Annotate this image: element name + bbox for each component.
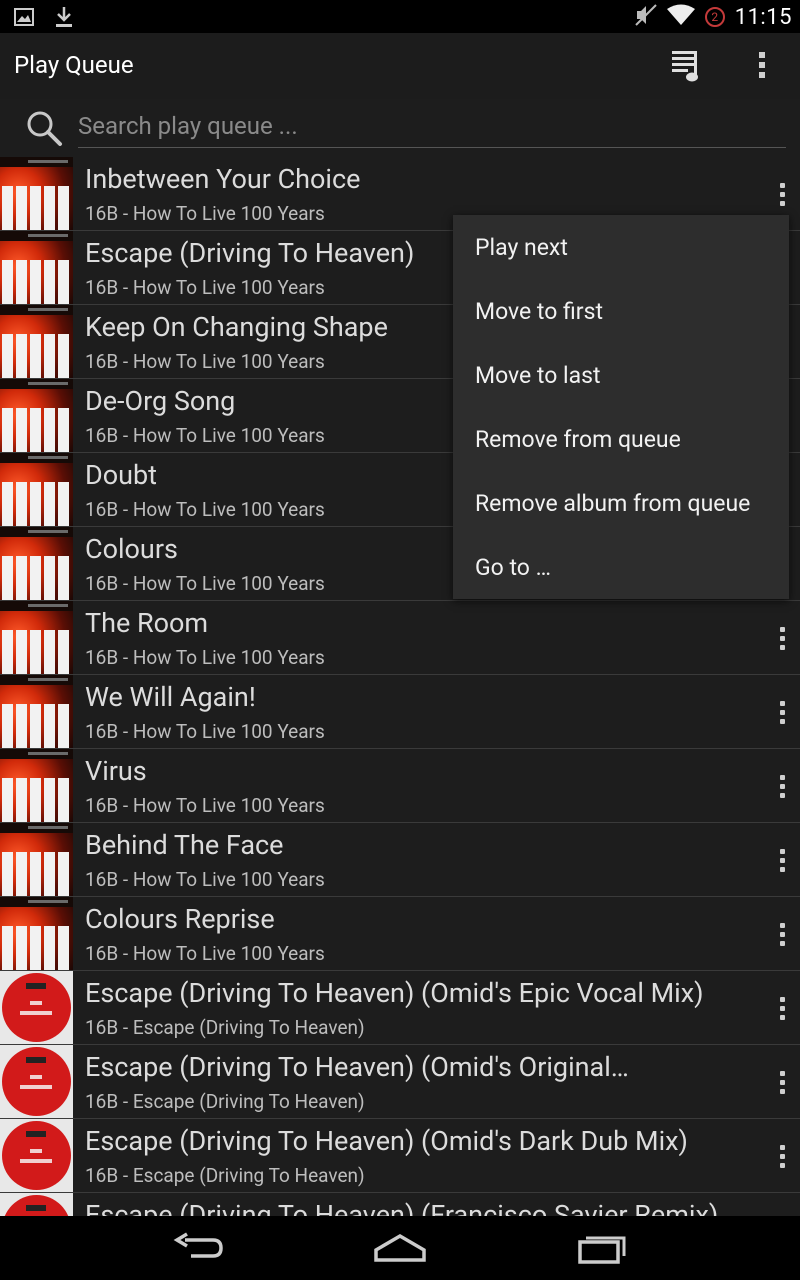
search-bar bbox=[0, 99, 800, 155]
page-title: Play Queue bbox=[14, 51, 134, 79]
track-title: Escape (Driving To Heaven) (Omid's Epic … bbox=[85, 977, 704, 1009]
queue-icon[interactable] bbox=[670, 47, 704, 83]
track-subtitle: 16B - How To Live 100 Years bbox=[85, 868, 325, 891]
track-title: Escape (Driving To Heaven) (Omid's Dark … bbox=[85, 1125, 688, 1157]
track-subtitle: 16B - How To Live 100 Years bbox=[85, 276, 325, 299]
track-subtitle: 16B - How To Live 100 Years bbox=[85, 498, 325, 521]
track-subtitle: 16B - Escape (Driving To Heaven) bbox=[85, 1090, 365, 1113]
album-art bbox=[0, 897, 73, 970]
mute-icon bbox=[634, 3, 657, 31]
track-subtitle: 16B - How To Live 100 Years bbox=[85, 942, 325, 965]
status-bar: 2 11:15 bbox=[0, 0, 800, 33]
queue-row[interactable]: Escape (Driving To Heaven) (Omid's Dark … bbox=[0, 1119, 800, 1193]
album-art bbox=[0, 305, 73, 378]
track-title: Doubt bbox=[85, 459, 157, 491]
notification-badge: 2 bbox=[704, 7, 725, 27]
track-subtitle: 16B - Escape (Driving To Heaven) bbox=[85, 1164, 365, 1187]
track-title: Colours bbox=[85, 533, 178, 565]
home-icon[interactable] bbox=[372, 1230, 428, 1266]
track-title: We Will Again! bbox=[85, 681, 256, 713]
track-title: Keep On Changing Shape bbox=[85, 311, 388, 343]
row-overflow-icon[interactable] bbox=[770, 1065, 794, 1099]
album-art bbox=[0, 601, 73, 674]
track-subtitle: 16B - Escape (Driving To Heaven) bbox=[85, 1016, 365, 1039]
navigation-bar bbox=[0, 1216, 800, 1280]
track-title: The Room bbox=[85, 607, 209, 639]
action-bar: Play Queue bbox=[0, 33, 800, 99]
album-art bbox=[0, 527, 73, 600]
overflow-menu-icon[interactable] bbox=[752, 49, 772, 81]
queue-row[interactable]: We Will Again! 16B - How To Live 100 Year… bbox=[0, 675, 800, 749]
track-title: De-Org Song bbox=[85, 385, 236, 417]
album-art bbox=[0, 157, 73, 230]
queue-row[interactable]: Escape (Driving To Heaven) (Francisco Sa… bbox=[0, 1193, 800, 1216]
clock: 11:15 bbox=[734, 4, 792, 30]
row-overflow-icon[interactable] bbox=[770, 1139, 794, 1173]
album-art bbox=[0, 1193, 73, 1216]
track-subtitle: 16B - How To Live 100 Years bbox=[85, 646, 325, 669]
queue-row[interactable]: Virus 16B - How To Live 100 Years bbox=[0, 749, 800, 823]
search-icon bbox=[25, 109, 63, 147]
menu-item-move-to-last[interactable]: Move to last bbox=[453, 343, 789, 407]
queue-row[interactable]: Colours Reprise 16B - How To Live 100 Yea… bbox=[0, 897, 800, 971]
track-subtitle: 16B - How To Live 100 Years bbox=[85, 794, 325, 817]
row-overflow-icon[interactable] bbox=[770, 621, 794, 655]
queue-row[interactable]: Escape (Driving To Heaven) (Omid's Origi… bbox=[0, 1045, 800, 1119]
queue-row[interactable]: Escape (Driving To Heaven) (Omid's Epic … bbox=[0, 971, 800, 1045]
album-art bbox=[0, 1119, 73, 1192]
picture-icon bbox=[14, 8, 34, 30]
album-art bbox=[0, 971, 73, 1044]
queue-row[interactable]: Behind The Face 16B - How To Live 100 Yea… bbox=[0, 823, 800, 897]
menu-item-remove-from-queue[interactable]: Remove from queue bbox=[453, 407, 789, 471]
row-overflow-icon[interactable] bbox=[770, 917, 794, 951]
back-icon[interactable] bbox=[171, 1230, 227, 1266]
track-title: Escape (Driving To Heaven) (Francisco Sa… bbox=[85, 1199, 719, 1216]
album-art bbox=[0, 453, 73, 526]
album-art bbox=[0, 1045, 73, 1118]
menu-item-move-to-first[interactable]: Move to first bbox=[453, 279, 789, 343]
album-art bbox=[0, 379, 73, 452]
track-title: Escape (Driving To Heaven) (Omid's Origi… bbox=[85, 1051, 629, 1083]
menu-item-play-next[interactable]: Play next bbox=[453, 215, 789, 279]
wifi-icon bbox=[666, 4, 695, 30]
row-overflow-icon[interactable] bbox=[770, 769, 794, 803]
album-art bbox=[0, 823, 73, 896]
menu-item-go-to[interactable]: Go to … bbox=[453, 535, 789, 599]
album-art bbox=[0, 749, 73, 822]
track-subtitle: 16B - How To Live 100 Years bbox=[85, 424, 325, 447]
row-overflow-icon[interactable] bbox=[770, 177, 794, 211]
row-overflow-icon[interactable] bbox=[770, 843, 794, 877]
row-overflow-icon[interactable] bbox=[770, 991, 794, 1025]
track-subtitle: 16B - How To Live 100 Years bbox=[85, 720, 325, 743]
track-title: Virus bbox=[85, 755, 147, 787]
download-icon bbox=[54, 6, 74, 32]
track-subtitle: 16B - How To Live 100 Years bbox=[85, 572, 325, 595]
track-subtitle: 16B - How To Live 100 Years bbox=[85, 202, 325, 225]
search-input[interactable] bbox=[78, 105, 786, 148]
album-art bbox=[0, 231, 73, 304]
menu-item-remove-album-from-queue[interactable]: Remove album from queue bbox=[453, 471, 789, 535]
track-title: Escape (Driving To Heaven) bbox=[85, 237, 415, 269]
context-menu: Play next Move to first Move to last Rem… bbox=[453, 215, 789, 599]
row-overflow-icon[interactable] bbox=[770, 695, 794, 729]
track-title: Colours Reprise bbox=[85, 903, 275, 935]
queue-row[interactable]: The Room 16B - How To Live 100 Years bbox=[0, 601, 800, 675]
track-subtitle: 16B - How To Live 100 Years bbox=[85, 350, 325, 373]
album-art bbox=[0, 675, 73, 748]
recent-apps-icon[interactable] bbox=[574, 1230, 630, 1266]
track-title: Behind The Face bbox=[85, 829, 284, 861]
track-title: Inbetween Your Choice bbox=[85, 163, 361, 195]
